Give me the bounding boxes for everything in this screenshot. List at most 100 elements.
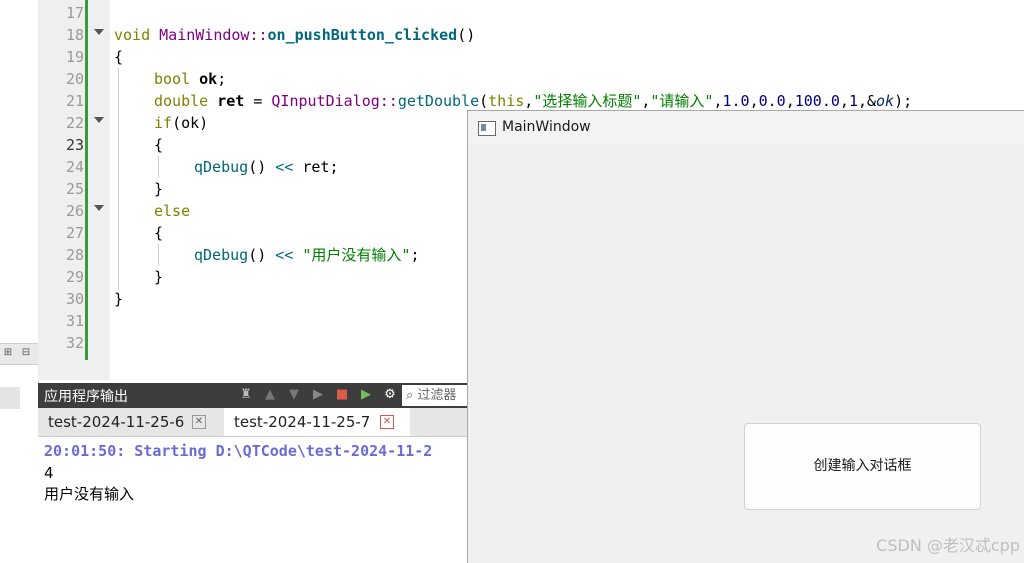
code-token: qDebug	[194, 158, 249, 176]
output-pane-title: 应用程序输出	[44, 389, 128, 405]
code-token: ret	[217, 92, 245, 110]
watermark: CSDN @老汉忒cpp	[876, 536, 1020, 555]
code-token: QInputDialog	[271, 92, 380, 110]
window-title: MainWindow	[502, 119, 591, 135]
code-token: ok	[199, 70, 218, 88]
line-number: 22	[65, 114, 84, 132]
stop-icon[interactable]: ■	[334, 387, 350, 403]
line-number: 17	[65, 4, 84, 22]
code-token: ;	[410, 246, 420, 264]
code-line-25: }	[154, 180, 164, 198]
code-token: ()	[248, 158, 267, 176]
code-token: =	[244, 92, 272, 110]
code-token: 1	[848, 92, 858, 110]
code-token: double	[154, 92, 209, 110]
debug-run-icon[interactable]: ▶	[358, 387, 374, 403]
main-window: MainWindow 创建输入对话框	[467, 110, 1024, 563]
code-line-20: bool ok;	[154, 68, 226, 90]
code-token: <<	[266, 246, 303, 264]
code-token: 100.0	[794, 92, 840, 110]
code-token: ret	[302, 158, 330, 176]
window-titlebar[interactable]: MainWindow	[468, 111, 1024, 145]
code-line-30: }	[114, 290, 124, 308]
fold-arrow-icon[interactable]	[94, 117, 104, 123]
code-token: on_pushButton_clicked	[267, 26, 458, 44]
left-panel-toolbar: ⊞ ⊟	[0, 343, 38, 365]
code-token: ,	[839, 92, 849, 110]
line-number: 31	[65, 312, 84, 330]
code-token: qDebug	[194, 246, 249, 264]
close-tab-icon[interactable]: ✕	[192, 415, 206, 429]
code-token: "选择输入标题"	[533, 92, 642, 110]
code-token: ()	[457, 26, 476, 44]
window-app-icon	[478, 121, 496, 136]
line-number: 24	[65, 158, 84, 176]
line-number: 27	[65, 224, 84, 242]
close-tab-icon[interactable]: ✕	[380, 415, 394, 429]
modified-lines-marker	[85, 0, 88, 360]
line-number-gutter: 17 18 19 20 21 22 23 24 25 26 27 28 29 3…	[38, 0, 110, 380]
code-token: (ok)	[172, 114, 209, 132]
tab-output-6[interactable]: test-2024-11-25-6 ✕	[38, 408, 224, 436]
code-token: else	[154, 202, 191, 220]
left-panel-selected-item[interactable]	[0, 387, 20, 409]
fold-arrow-icon[interactable]	[94, 29, 104, 35]
left-sidebar-strip: ⊞ ⊟	[0, 0, 39, 562]
indent-guide	[158, 244, 159, 266]
code-token: ,	[524, 92, 534, 110]
code-line-18: void MainWindow::on_pushButton_clicked()	[114, 24, 475, 46]
code-token: ::	[379, 92, 398, 110]
output-line: 4	[44, 464, 54, 482]
indent-guide	[118, 68, 119, 290]
code-token: bool	[154, 70, 191, 88]
code-line-29: }	[154, 268, 164, 286]
tab-label: test-2024-11-25-6	[48, 413, 185, 431]
line-number: 20	[65, 70, 84, 88]
indent-guide	[158, 156, 159, 178]
code-line-28: qDebug() << "用户没有输入";	[194, 244, 419, 266]
code-token: ;	[217, 70, 227, 88]
code-line-19: {	[114, 48, 124, 66]
code-token: ::	[249, 26, 268, 44]
tab-label: test-2024-11-25-7	[234, 413, 371, 431]
code-token: ,	[713, 92, 723, 110]
line-number: 18	[65, 26, 84, 44]
previous-item-icon[interactable]: ▲	[262, 387, 278, 403]
code-token: ,	[785, 92, 795, 110]
output-line: 用户没有输入	[44, 485, 135, 503]
code-token: <<	[266, 158, 303, 176]
code-line-23: {	[154, 136, 164, 154]
clear-output-icon[interactable]: ♜	[238, 387, 254, 403]
code-token: if	[154, 114, 173, 132]
output-pane-toolbar: 应用程序输出 ♜ ▲ ▼ ▶ ■ ▶ ⚙ ⌕ 过滤器	[38, 383, 468, 408]
split-icon[interactable]: ⊞	[2, 347, 14, 359]
code-token: 0.0	[758, 92, 786, 110]
application-output-text: 20:01:50: Starting D:\QTCode\test-2024-1…	[38, 437, 468, 562]
code-token: this	[488, 92, 525, 110]
code-line-22: if(ok)	[154, 112, 208, 134]
next-item-icon[interactable]: ▼	[286, 387, 302, 403]
search-icon: ⌕	[406, 388, 414, 403]
close-panel-icon[interactable]: ⊟	[20, 347, 32, 359]
fold-arrow-icon[interactable]	[94, 205, 104, 211]
output-tab-bar: test-2024-11-25-6 ✕ test-2024-11-25-7 ✕	[38, 408, 468, 437]
line-number: 29	[65, 268, 84, 286]
tab-output-7[interactable]: test-2024-11-25-7 ✕	[224, 408, 410, 436]
code-token: ,	[749, 92, 759, 110]
filter-search-input[interactable]: ⌕ 过滤器	[402, 385, 468, 406]
code-token: ;	[329, 158, 339, 176]
code-line-21: double ret = QInputDialog::getDouble(thi…	[154, 90, 912, 112]
code-token: getDouble	[397, 92, 480, 110]
code-token: MainWindow	[159, 26, 250, 44]
code-token: (	[479, 92, 489, 110]
code-token: "用户没有输入"	[302, 246, 411, 264]
code-token: "请输入"	[650, 92, 714, 110]
run-icon[interactable]: ▶	[310, 387, 326, 403]
line-number: 30	[65, 290, 84, 308]
line-number: 28	[65, 246, 84, 264]
line-number: 21	[65, 92, 84, 110]
create-input-dialog-button[interactable]: 创建输入对话框	[744, 423, 981, 510]
line-number: 19	[65, 48, 84, 66]
line-number-current: 23	[65, 136, 84, 154]
settings-gear-icon[interactable]: ⚙	[382, 387, 398, 403]
